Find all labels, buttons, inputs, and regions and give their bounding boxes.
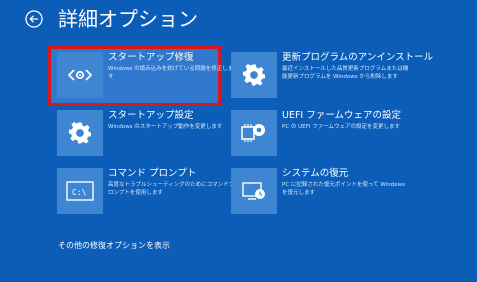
more-repair-options-link[interactable]: その他の修復オプションを表示 (58, 240, 170, 252)
tile-title: スタートアップ設定 (108, 110, 194, 121)
tile-description: PC の UEFI ファームウェアの設定を変更します (282, 124, 401, 130)
advanced-options-screen: 詳細オプション スタートアップ修復 Windows の読み込みを妨げている問題を… (0, 0, 477, 282)
tile-title: コマンド プロンプト (108, 168, 197, 179)
tile-system-restore[interactable]: システムの復元 PC に記録された復元ポイントを使って Windows を復元し… (231, 168, 412, 220)
tile-description: Windows のスタートアップ動作を変更します (108, 124, 223, 130)
chip-gear-icon (231, 110, 277, 156)
tile-description: Windows の読み込みを妨げている問題を修正します (108, 66, 234, 80)
command-prompt-icon: C:\ (57, 168, 103, 214)
code-icon (57, 52, 103, 98)
tile-startup-repair[interactable]: スタートアップ修復 Windows の読み込みを妨げている問題を修正します (57, 52, 238, 104)
back-button[interactable] (25, 10, 43, 28)
tile-description: 最近インストールした品質更新プログラムまたは機能更新プログラムを Windows… (282, 66, 409, 80)
tile-uninstall-updates[interactable]: 更新プログラムのアンインストール 最近インストールした品質更新プログラムまたは機… (231, 52, 434, 104)
gear-icon (57, 110, 103, 156)
tile-title: スタートアップ修復 (108, 52, 194, 63)
tile-description: PC に記録された復元ポイントを使って Windows を復元します (282, 182, 405, 196)
tile-title: 更新プログラムのアンインストール (282, 52, 434, 63)
back-arrow-icon (25, 10, 43, 28)
page-title: 詳細オプション (58, 7, 198, 31)
tile-startup-settings[interactable]: スタートアップ設定 Windows のスタートアップ動作を変更します (57, 110, 238, 162)
tile-description: 高度なトラブルシューティングのためにコマンドプロンプトを使用します (108, 182, 235, 196)
tile-title: システムの復元 (282, 168, 349, 179)
tile-command-prompt[interactable]: C:\ コマンド プロンプト 高度なトラブルシューティングのためにコマンドプロン… (57, 168, 238, 220)
restore-icon (231, 168, 277, 214)
tile-title: UEFI ファームウェアの設定 (282, 110, 401, 121)
tile-uefi-firmware-settings[interactable]: UEFI ファームウェアの設定 PC の UEFI ファームウェアの設定を変更し… (231, 110, 412, 162)
gear-icon (231, 52, 277, 98)
svg-text:C:\: C:\ (72, 188, 87, 197)
